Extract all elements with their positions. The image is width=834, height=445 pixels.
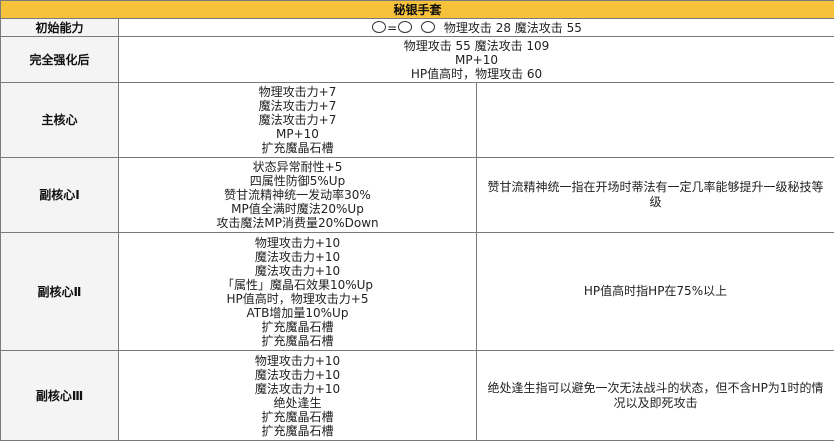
row-sub-core-1: 副核心Ⅰ 状态异常耐性+5 四属性防御5%Up 赞甘流精神统一发动率30% MP…: [0, 157, 834, 233]
stat-line: 物理攻击力+7: [258, 85, 337, 99]
stat-line: 状态异常耐性+5: [252, 160, 343, 174]
row-label-sub-core-2: 副核心Ⅱ: [0, 232, 119, 351]
enhanced-stats-cell: 物理攻击 55 魔法攻击 109 MP+10 HP值高时，物理攻击 60: [117, 36, 834, 83]
stat-line: 扩充魔晶石槽: [261, 333, 334, 348]
stat-line: MP+10: [455, 52, 498, 67]
stat-line: MP值全满时魔法20%Up: [231, 202, 364, 216]
stat-line: 魔法攻击力+10: [254, 381, 341, 396]
sub-core-1-stats-cell: 状态异常耐性+5 四属性防御5%Up 赞甘流精神统一发动率30% MP值全满时魔…: [118, 157, 477, 233]
stat-line: 「属性」魔晶石效果10%Up: [221, 277, 374, 292]
sub-core-3-stats-cell: 物理攻击力+10 魔法攻击力+10 魔法攻击力+10 绝处逢生 扩充魔晶石槽 扩…: [118, 350, 477, 441]
stat-line: 扩充魔晶石槽: [261, 423, 334, 438]
stat-line: 扩充魔晶石槽: [261, 319, 334, 334]
stat-line: 物理攻击 55 魔法攻击 109: [403, 38, 550, 53]
main-core-note: [475, 82, 834, 158]
materia-slot-icon: [372, 20, 387, 33]
sub-core-1-note: 赞甘流精神统一指在开场时蒂法有一定几率能够提升一级秘技等级: [475, 157, 834, 233]
row-label-sub-core-1: 副核心Ⅰ: [0, 157, 119, 233]
stat-line: 魔法攻击力+7: [258, 99, 337, 113]
stat-line: ATB增加量10%Up: [246, 305, 349, 320]
title-row: 秘银手套: [0, 0, 834, 19]
row-enhanced: 完全强化后 物理攻击 55 魔法攻击 109 MP+10 HP值高时，物理攻击 …: [0, 36, 834, 83]
stat-line: 物理攻击力+10: [254, 235, 341, 250]
stat-line: 扩充魔晶石槽: [261, 141, 334, 155]
stat-line: 攻击魔法MP消费量20%Down: [216, 216, 379, 230]
initial-stats-cell: = 物理攻击 28 魔法攻击 55: [117, 18, 834, 37]
row-label-initial: 初始能力: [0, 18, 119, 37]
materia-slot-icon: [398, 20, 413, 33]
table-title: 秘银手套: [0, 0, 834, 19]
sub-core-2-stats-cell: 物理攻击力+10 魔法攻击力+10 魔法攻击力+10 「属性」魔晶石效果10%U…: [118, 232, 477, 351]
stat-line: HP值高时，物理攻击力+5: [226, 291, 369, 306]
stat-line: 魔法攻击力+10: [254, 263, 341, 278]
stat-line: HP值高时，物理攻击 60: [410, 66, 543, 81]
initial-stats: 物理攻击 28 魔法攻击 55: [443, 20, 582, 35]
stat-line: 魔法攻击力+7: [258, 113, 337, 127]
stat-line: 赞甘流精神统一发动率30%: [224, 188, 371, 202]
stat-line: 物理攻击力+10: [254, 353, 341, 368]
row-main-core: 主核心 物理攻击力+7 魔法攻击力+7 魔法攻击力+7 MP+10 扩充魔晶石槽: [0, 82, 834, 158]
row-label-sub-core-3: 副核心Ⅲ: [0, 350, 119, 441]
row-sub-core-3: 副核心Ⅲ 物理攻击力+10 魔法攻击力+10 魔法攻击力+10 绝处逢生 扩充魔…: [0, 350, 834, 441]
stat-line: 扩充魔晶石槽: [261, 409, 334, 424]
mithril-gloves-table: 秘银手套 初始能力 = 物理攻击 28 魔法攻击 55 完全强化后 物理攻击 5…: [0, 0, 834, 441]
sub-core-2-note: HP值高时指HP在75%以上: [475, 232, 834, 351]
stat-line: 绝处逢生: [273, 395, 322, 410]
stat-line: 魔法攻击力+10: [254, 367, 341, 382]
stat-line: 四属性防御5%Up: [249, 174, 346, 188]
stat-line: 魔法攻击力+10: [254, 249, 341, 264]
materia-slot-icon: [421, 20, 436, 33]
row-sub-core-2: 副核心Ⅱ 物理攻击力+10 魔法攻击力+10 魔法攻击力+10 「属性」魔晶石效…: [0, 232, 834, 351]
sub-core-3-note: 绝处逢生指可以避免一次无法战斗的状态，但不含HP为1时的情况以及即死攻击: [475, 350, 834, 441]
row-initial: 初始能力 = 物理攻击 28 魔法攻击 55: [0, 18, 834, 37]
main-core-stats-cell: 物理攻击力+7 魔法攻击力+7 魔法攻击力+7 MP+10 扩充魔晶石槽: [118, 82, 477, 158]
slot-link-symbol: =: [387, 20, 398, 35]
stat-line: MP+10: [276, 127, 319, 141]
row-label-main-core: 主核心: [0, 82, 119, 158]
row-label-enhanced: 完全强化后: [0, 36, 119, 83]
